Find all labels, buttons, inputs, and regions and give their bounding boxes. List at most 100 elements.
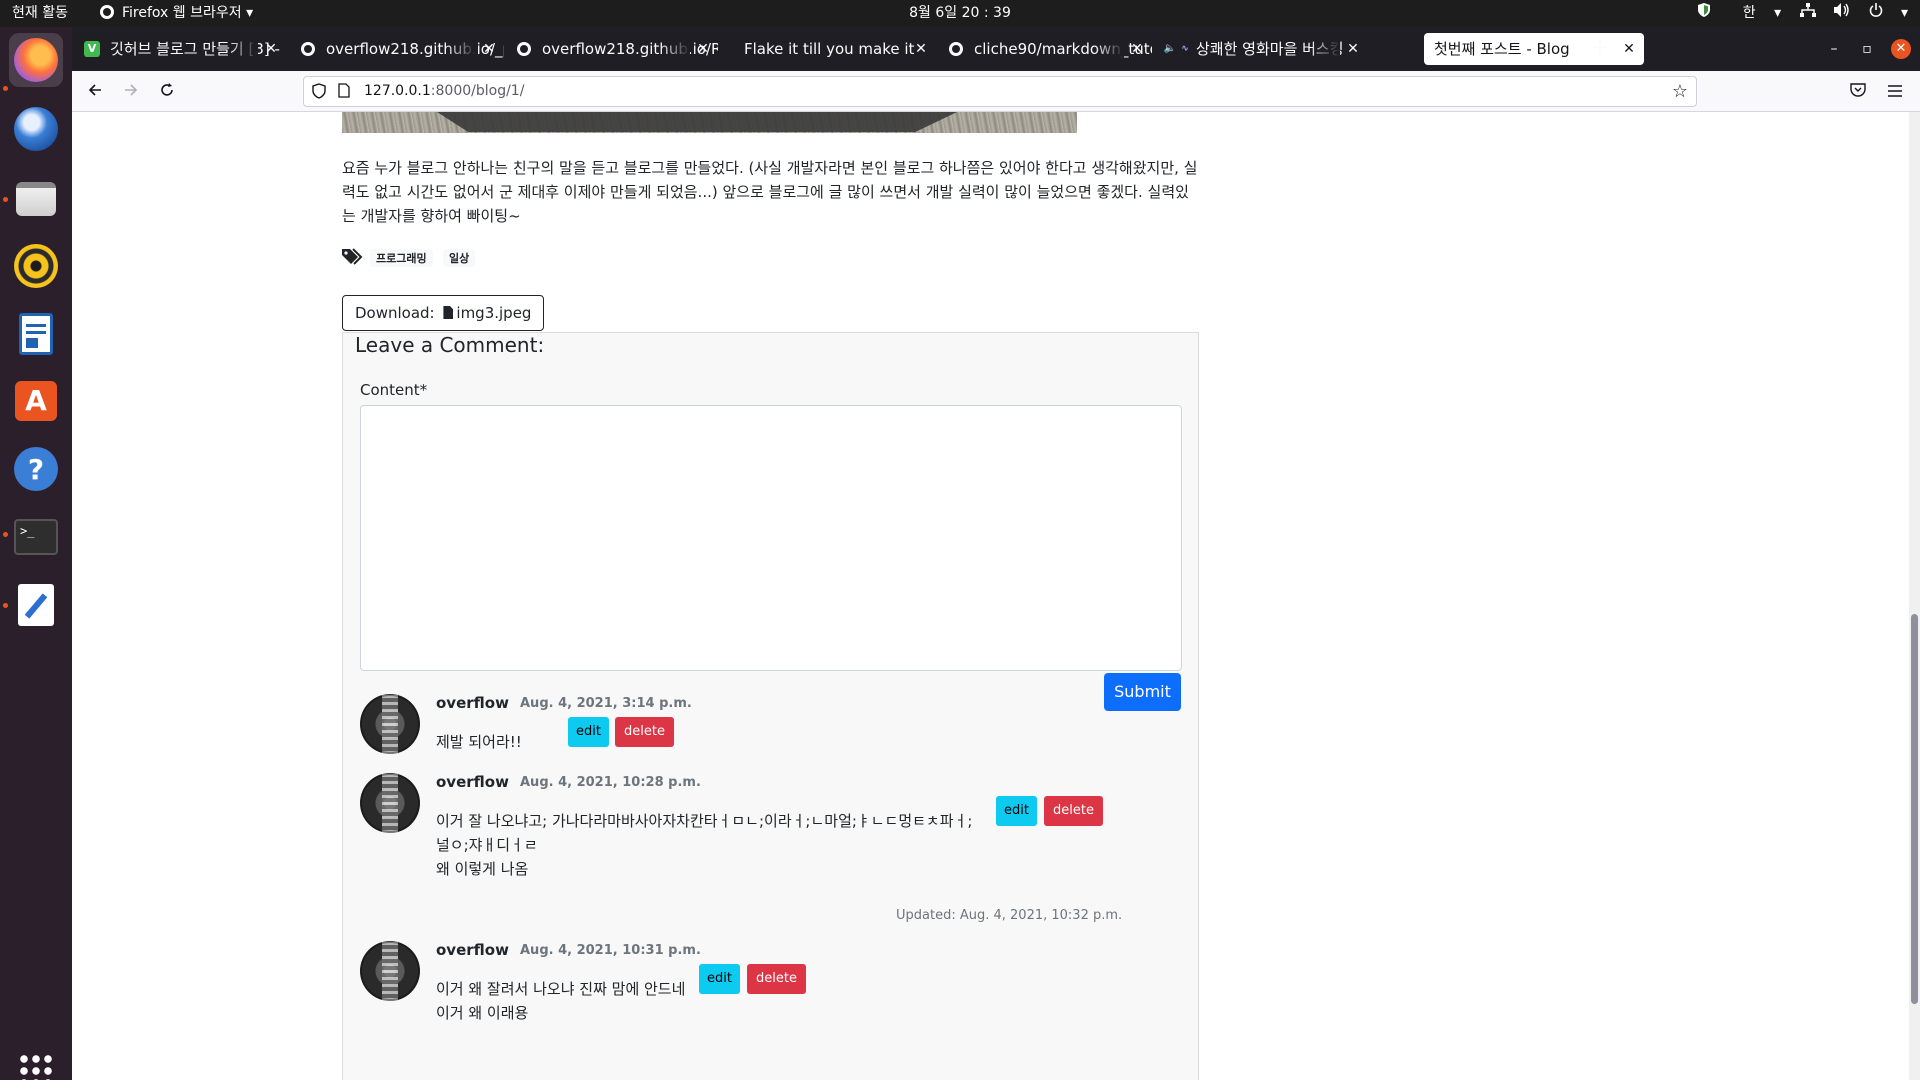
dock-terminal[interactable]: >_ xyxy=(9,510,63,564)
close-tab-icon[interactable]: ✕ xyxy=(1344,33,1362,65)
dock-rhythmbox[interactable] xyxy=(9,239,63,293)
terminal-icon: >_ xyxy=(14,519,58,555)
tab-fade xyxy=(228,33,258,65)
tab-title: overflow218.github.io/_p xyxy=(326,40,504,58)
chevron-down-icon[interactable]: ▾ xyxy=(1901,0,1908,27)
github-icon xyxy=(948,41,964,57)
dock-firefox[interactable] xyxy=(9,33,63,87)
comment-line: 제발 되어라!! xyxy=(436,733,522,751)
tab-flake-it[interactable]: Flake it till you make it ✕ xyxy=(724,33,936,65)
network-icon[interactable] xyxy=(1799,0,1816,27)
files-icon xyxy=(16,182,56,216)
edit-button[interactable]: edit xyxy=(699,964,740,994)
forward-button[interactable] xyxy=(118,79,144,105)
tab-busking[interactable]: 🔈 ∿ 상쾌한 영화마을 버스킹 ✕ xyxy=(1156,33,1368,65)
comment-line: 이거 왜 잘려서 나오냐 진짜 맘에 안드네 xyxy=(436,980,686,998)
scrollbar-thumb[interactable] xyxy=(1911,614,1918,1004)
edit-button[interactable]: edit xyxy=(568,717,609,747)
tab-strip: V 깃허브 블로그 만들기 [3] - ≣ ✕ overflow218.gith… xyxy=(72,27,1920,71)
show-applications-icon[interactable] xyxy=(18,1053,54,1089)
hamburger-menu-icon xyxy=(1888,85,1902,97)
tab-github-blog[interactable]: V 깃허브 블로그 만들기 [3] - ≣ ✕ xyxy=(76,33,286,65)
tab-markdown-tuto[interactable]: cliche90/markdown_tuto ✕ xyxy=(940,33,1152,65)
thunderbird-icon xyxy=(14,107,58,151)
scrollbar[interactable] xyxy=(1909,112,1920,1080)
window-close-button[interactable]: ✕ xyxy=(1891,39,1911,59)
comment-author: overflow xyxy=(436,773,509,791)
software-icon: A xyxy=(15,381,57,421)
minimize-button[interactable]: – xyxy=(1824,39,1844,59)
dock-thunderbird[interactable] xyxy=(9,102,63,156)
tab-title: Flake it till you make it xyxy=(744,40,915,58)
close-tab-icon[interactable]: ✕ xyxy=(1128,33,1146,65)
url-text[interactable]: 127.0.0.1:8000/blog/1/ xyxy=(364,77,524,106)
delete-button[interactable]: delete xyxy=(1044,796,1103,826)
edit-button[interactable]: edit xyxy=(996,796,1037,826)
app-menu[interactable]: Firefox 웹 브라우저 ▾ xyxy=(100,0,253,27)
close-tab-icon[interactable]: ✕ xyxy=(1620,33,1638,65)
url-bar[interactable]: 127.0.0.1:8000/blog/1/ ☆ xyxy=(303,76,1697,107)
avatar xyxy=(360,694,420,754)
activities-button[interactable]: 현재 활동 xyxy=(12,0,68,27)
chevron-down-icon: ▾ xyxy=(1774,5,1782,21)
dock-software[interactable]: A xyxy=(9,374,63,428)
clock-container: 8월 6일 20 : 39 xyxy=(0,0,1920,27)
reload-icon xyxy=(161,83,173,96)
close-tab-icon[interactable]: ✕ xyxy=(912,33,930,65)
dock-files[interactable] xyxy=(9,172,63,226)
comment-content-input[interactable] xyxy=(360,405,1182,671)
download-button[interactable]: Download: img3.jpeg xyxy=(342,295,545,331)
url-path: :8000/blog/1/ xyxy=(430,83,525,99)
github-icon xyxy=(516,41,532,57)
power-icon[interactable] xyxy=(1869,0,1883,27)
comment-body: 이거 잘 나오냐고; 가나다라마바사아자차칸타ㅓㅁㄴ;이라ㅓ;ㄴ마얼;ㅑㄴㄷ멍ㅌ… xyxy=(436,809,972,881)
new-tab-button[interactable]: + xyxy=(1585,33,1615,63)
tag-programming[interactable]: 프로그래밍 xyxy=(370,249,433,267)
close-tab-icon[interactable]: ✕ xyxy=(480,33,498,65)
comment-line: 이거 잘 나오냐고; 가나다라마바사아자차칸타ㅓㅁㄴ;이라ㅓ;ㄴ마얼;ㅑㄴㄷ멍ㅌ… xyxy=(436,812,973,830)
tab-overflow-re[interactable]: overflow218.github.io/RE ✕ xyxy=(508,33,718,65)
post-body: 요즘 누가 블로그 안하나는 친구의 말을 듣고 블로그를 만들었다. (사실 … xyxy=(342,159,1198,225)
back-button[interactable] xyxy=(82,79,108,105)
tab-fade xyxy=(446,33,476,65)
close-tab-icon[interactable]: ✕ xyxy=(694,33,712,65)
comment-body: 이거 왜 잘려서 나오냐 진짜 맘에 안드네 이거 왜 이래용 xyxy=(436,977,685,1025)
shield-status-icon[interactable] xyxy=(1698,0,1711,27)
avatar xyxy=(360,773,420,833)
pocket-button[interactable] xyxy=(1845,79,1871,105)
firefox-icon xyxy=(14,38,58,82)
delete-button[interactable]: delete xyxy=(747,964,806,994)
comment-line: 널ㅇ;쟈ㅐ디ㅓㄹ xyxy=(436,836,538,854)
maximize-button[interactable]: ▫ xyxy=(1857,39,1877,59)
chevron-down-icon: ▾ xyxy=(246,5,254,21)
comment-updated: Updated: Aug. 4, 2021, 10:32 p.m. xyxy=(896,908,1123,923)
clock[interactable]: 8월 6일 20 : 39 xyxy=(909,5,1011,21)
tab-fade xyxy=(1310,33,1340,65)
dock-writer[interactable] xyxy=(9,307,63,361)
tab-title: 첫번째 포스트 - Blog xyxy=(1434,40,1570,58)
reload-button[interactable] xyxy=(154,79,180,105)
comment-body: 제발 되어라!! xyxy=(436,730,522,754)
dock-help[interactable]: ? xyxy=(9,442,63,496)
tracking-protection-icon[interactable] xyxy=(312,83,326,103)
bookmark-star-icon[interactable]: ☆ xyxy=(1672,81,1688,102)
tag-daily[interactable]: 일상 xyxy=(443,249,476,267)
page-info-icon[interactable] xyxy=(338,83,350,102)
system-tray[interactable]: 한 ▾ ▾ xyxy=(1684,0,1908,27)
post-image xyxy=(342,112,1077,133)
menu-button[interactable] xyxy=(1882,79,1908,105)
close-tab-icon[interactable]: ✕ xyxy=(262,33,280,65)
volume-icon[interactable] xyxy=(1834,0,1850,27)
tab-fade xyxy=(660,33,690,65)
dock-text-editor[interactable] xyxy=(9,578,63,632)
running-indicator xyxy=(3,603,8,608)
running-indicator xyxy=(3,86,8,91)
speaker-icon[interactable]: 🔈 xyxy=(1162,41,1178,57)
input-method-indicator[interactable]: 한 ▾ xyxy=(1729,0,1781,27)
delete-button[interactable]: delete xyxy=(615,717,674,747)
tab-favicon: V xyxy=(84,41,100,57)
navigation-bar: 127.0.0.1:8000/blog/1/ ☆ xyxy=(72,71,1920,112)
github-icon xyxy=(300,41,316,57)
system-top-bar: 현재 활동 Firefox 웹 브라우저 ▾ 8월 6일 20 : 39 한 ▾… xyxy=(0,0,1920,27)
tab-overflow-p[interactable]: overflow218.github.io/_p ✕ xyxy=(292,33,504,65)
